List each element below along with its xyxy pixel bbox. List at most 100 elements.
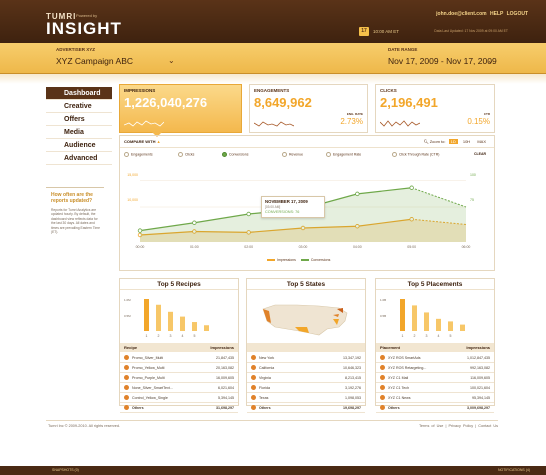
table-row[interactable]: XYZ C1 News 95,394,145 — [376, 393, 494, 403]
radio-revenue[interactable]: Revenue — [282, 152, 303, 157]
zoom-10h-button[interactable]: 10H — [461, 139, 472, 144]
table-row[interactable]: XYZ C1 Mail 116,009,605 — [376, 373, 494, 383]
bar[interactable] — [448, 321, 453, 331]
compare-with-button[interactable]: COMPARE WITH ▲ — [124, 139, 161, 144]
top-bar: TUMRI Powered by INSIGHT john.doe@client… — [0, 0, 546, 43]
chevron-down-icon[interactable]: ⌄ — [487, 56, 494, 65]
kpi-card-impressions[interactable]: IMPRESSIONS 1,226,040,276 — [119, 84, 242, 137]
snapshots-link[interactable]: SNAPSHOTS (0) — [52, 468, 79, 472]
nav-item-media[interactable]: Media — [46, 126, 112, 139]
right-tick-label: 100 — [470, 173, 476, 177]
row-name: XYZ C1 Tech — [388, 386, 410, 390]
data-point[interactable] — [246, 211, 251, 217]
help-question[interactable]: How often are the reports updated? — [51, 192, 101, 204]
date-range-label: DATE RANGE — [388, 47, 418, 52]
data-point[interactable] — [137, 228, 143, 233]
clear-button[interactable]: CLEAR — [474, 152, 486, 156]
table-row[interactable]: Others 3,009,698,297 — [376, 403, 494, 413]
row-value: 20,163,082 — [216, 366, 234, 370]
bar[interactable] — [192, 322, 197, 331]
table-row[interactable]: Texas 1,098,053 — [247, 393, 365, 403]
table-row[interactable]: California 10,646,323 — [247, 363, 365, 373]
bar-label: 2 — [414, 334, 416, 338]
caret-up-icon: ▲ — [156, 139, 161, 144]
nav-item-creative[interactable]: Creative — [46, 100, 112, 113]
x-tick-label: 04:00 — [353, 245, 362, 249]
date-range-select[interactable]: Nov 17, 2009 - Nov 17, 2009 — [388, 56, 497, 66]
table-row[interactable]: Promo_Silver_Multi 21,847,435 — [120, 353, 238, 363]
footer-links[interactable]: Terms of Use | Privacy Policy | Contact … — [419, 424, 498, 428]
nav-item-advanced[interactable]: Advanced — [46, 152, 112, 165]
chevron-down-icon[interactable]: ⌄ — [168, 56, 175, 65]
radio-ctr[interactable]: Click Through Rate (CTR) — [392, 152, 439, 157]
table-row[interactable]: Control_Yellow_Single 5,394,145 — [120, 393, 238, 403]
table-row[interactable]: XYZ C1 Tech 100,021,604 — [376, 383, 494, 393]
radio-label: Clicks — [185, 152, 195, 157]
kpi-card-clicks[interactable]: CLICKS 2,196,491 CTR 0.15% — [375, 84, 495, 133]
row-name: New York — [259, 356, 275, 360]
table-row[interactable]: New York 13,347,192 — [247, 353, 365, 363]
zoom-max-button[interactable]: MAX — [475, 139, 488, 144]
table-row[interactable]: None_Silver_SmartText... 6,021,604 — [120, 383, 238, 393]
radio-clicks[interactable]: Clicks — [178, 152, 194, 157]
bar[interactable] — [436, 318, 441, 331]
data-point[interactable] — [192, 220, 197, 225]
table-row[interactable]: Promo_Yellow_Multi 20,163,082 — [120, 363, 238, 373]
help-link[interactable]: HELP — [490, 11, 503, 17]
row-name: XYZ ROS SmartAds — [388, 356, 421, 360]
bar[interactable] — [400, 299, 405, 331]
bar[interactable] — [424, 312, 429, 331]
table-row[interactable]: Others 19,698,297 — [247, 403, 365, 413]
kpi-side-value: 2.73% — [340, 117, 363, 126]
table-row[interactable]: XYZ ROS Retargeting... 992,163,082 — [376, 363, 494, 373]
row-value: 116,009,605 — [470, 376, 490, 380]
bar[interactable] — [180, 316, 185, 331]
calendar-icon[interactable]: 17 — [359, 27, 369, 36]
nav-item-audience[interactable]: Audience — [46, 139, 112, 152]
zoom-1d-button[interactable]: 1D — [448, 139, 458, 144]
bar[interactable] — [412, 305, 417, 331]
row-bullet-icon — [251, 375, 256, 380]
legend-impressions: Impressions — [277, 258, 296, 262]
logo[interactable]: TUMRI Powered by INSIGHT — [46, 12, 122, 37]
kpi-value: 1,226,040,276 — [124, 95, 208, 110]
tooltip-date: NOVEMBER 17, 2009 — [265, 199, 308, 204]
table-row[interactable]: Florida 3,192,276 — [247, 383, 365, 393]
bar[interactable] — [168, 311, 173, 331]
row-name: XYZ C1 News — [388, 396, 411, 400]
row-bullet-icon — [251, 395, 256, 400]
row-name: Texas — [259, 396, 269, 400]
table-row[interactable]: XYZ ROS SmartAds 1,012,847,435 — [376, 353, 494, 363]
campaign-select[interactable]: XYZ Campaign ABC — [56, 56, 133, 66]
row-bullet-icon — [124, 385, 129, 390]
bar[interactable] — [144, 299, 149, 331]
logout-link[interactable]: LOGOUT — [507, 11, 528, 17]
radio-engagements[interactable]: Engagements — [124, 152, 153, 157]
bar[interactable] — [204, 325, 209, 331]
nav-item-dashboard[interactable]: Dashboard — [46, 87, 112, 100]
kpi-card-engagements[interactable]: ENGAGEMENTS 8,649,962 ENG. RATE 2.73% — [249, 84, 368, 133]
table-row[interactable]: Others 31,698,297 — [120, 403, 238, 413]
bar-tick-label: 1.0M — [124, 298, 131, 302]
bar[interactable] — [156, 304, 161, 331]
notifications-link[interactable]: NOTIFICATIONS (4) — [498, 468, 530, 472]
metric-radio-group: Engagements Clicks Conversions Revenue E… — [120, 149, 494, 160]
radio-conversions[interactable]: Conversions — [222, 152, 248, 157]
radio-engagement-rate[interactable]: Engagement Rate — [326, 152, 361, 157]
table-row[interactable]: Promo_Purple_Multi 16,009,605 — [120, 373, 238, 383]
nav-item-offers[interactable]: Offers — [46, 113, 112, 126]
radio-label: Engagements — [131, 152, 153, 157]
row-value: 6,021,604 — [218, 386, 234, 390]
user-email[interactable]: john.doe@client.com — [436, 11, 486, 17]
row-bullet-icon — [251, 355, 256, 360]
us-map[interactable] — [247, 291, 365, 343]
data-point[interactable] — [355, 191, 360, 197]
bar[interactable] — [460, 324, 465, 331]
row-name: Promo_Purple_Multi — [132, 376, 165, 380]
kpi-value: 2,196,491 — [380, 95, 438, 110]
data-point[interactable] — [409, 185, 414, 190]
table-row[interactable]: Virginia 8,213,415 — [247, 373, 365, 383]
chart-tooltip: NOVEMBER 17, 2009 [03:00 AM] CONVERSIONS… — [261, 196, 325, 218]
left-nav: Dashboard Creative Offers Media Audience… — [46, 87, 112, 165]
x-tick-label: 02:00 — [244, 245, 253, 249]
